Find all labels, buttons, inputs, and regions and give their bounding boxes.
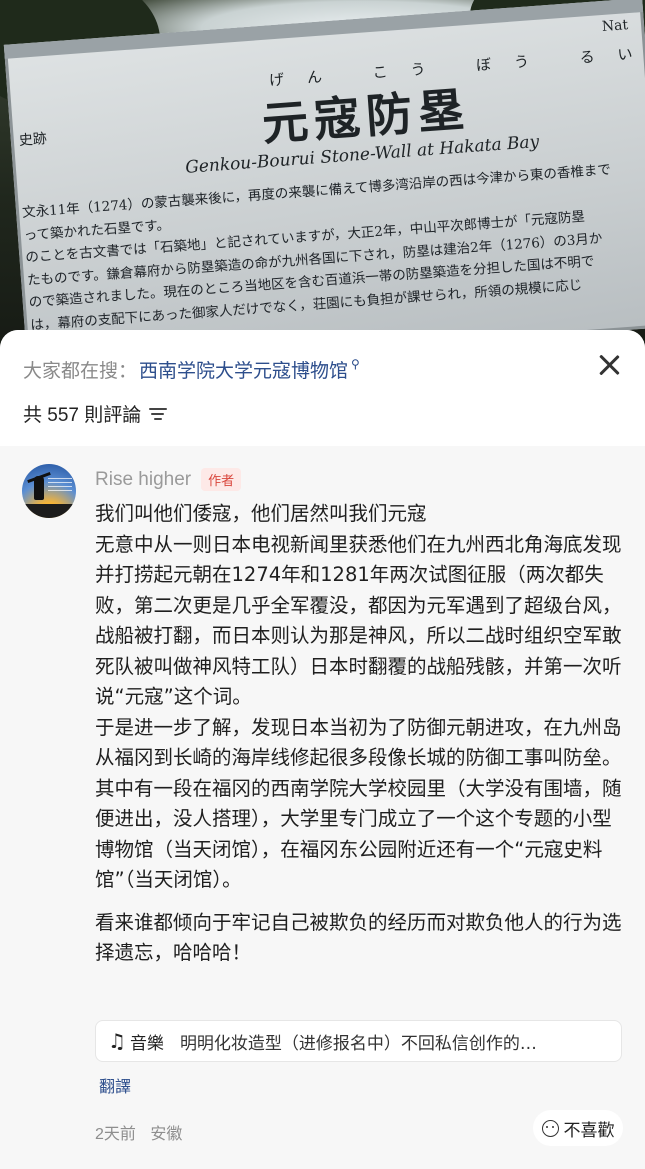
close-icon[interactable] xyxy=(595,350,625,380)
translate-link[interactable]: 翻譯 xyxy=(99,1073,131,1097)
music-note-icon: ♫ xyxy=(108,1029,126,1053)
author-badge: 作者 xyxy=(201,468,242,491)
dislike-button[interactable]: 不喜歡 xyxy=(533,1110,623,1146)
frown-face-icon xyxy=(541,1119,559,1137)
dislike-label: 不喜歡 xyxy=(563,1120,615,1140)
comment-count-row: 共 557 則評論 xyxy=(23,400,168,427)
sign-kicker: 史跡 xyxy=(18,131,48,150)
comment-paragraph: 看来谁都倾向于牢记自己被欺负的经历而对欺负他人的行为选择遗忘，哈哈哈！ xyxy=(95,910,622,965)
comment-paragraph: 我们叫他们倭寇，他们居然叫我们元寇 xyxy=(95,502,427,525)
comment-time: 2天前 xyxy=(95,1126,136,1143)
search-icon[interactable]: ⚲ xyxy=(351,357,360,371)
music-title: 明明化妆造型（进修报名中）不回私信创作的… xyxy=(179,1033,537,1054)
trending-search-link[interactable]: 西南学院大学元寇博物馆 xyxy=(139,356,348,383)
music-card[interactable]: ♫ 音樂 明明化妆造型（进修报名中）不回私信创作的… xyxy=(95,1020,622,1062)
comments-sheet: 大家都在搜： 西南学院大学元寇博物馆 ⚲ 共 557 則評論 Rise high… xyxy=(0,330,645,1169)
author-row: Rise higher 作者 xyxy=(95,468,242,491)
stone-sign-board: Nat げん こう ぼう るい 元寇防塁 史跡 Genkou-Bourui St… xyxy=(3,0,645,360)
author-name[interactable]: Rise higher xyxy=(95,469,191,491)
trending-search-row: 大家都在搜： 西南学院大学元寇博物馆 ⚲ xyxy=(23,356,360,383)
comment-paragraph: 于是进一步了解，发现日本当初为了防御元朝进攻，在九州岛从福冈到长崎的海岸线修起很… xyxy=(95,715,622,892)
comment-paragraph: 无意中从一则日本电视新闻里获悉他们在九州西北角海底发现并打捞起元朝在1274年和… xyxy=(95,532,622,709)
comment-meta: 2天前 安徽 xyxy=(95,1120,182,1144)
sort-icon[interactable] xyxy=(149,407,168,421)
sign-corner-text: Nat xyxy=(601,17,629,36)
trending-search-label: 大家都在搜： xyxy=(23,361,138,382)
background-photo: Nat げん こう ぼう るい 元寇防塁 史跡 Genkou-Bourui St… xyxy=(0,0,645,360)
comment-count: 共 557 則評論 xyxy=(23,405,142,426)
comment-location: 安徽 xyxy=(150,1126,183,1143)
comment-body: 我们叫他们倭寇，他们居然叫我们元寇 无意中从一则日本电视新闻里获悉他们在九州西北… xyxy=(95,499,625,969)
sign-body: 文永11年（1274）の蒙古襲来後に，再度の来襲に備えて博多湾沿岸の西は今津から… xyxy=(21,155,645,359)
music-label: 音樂 xyxy=(129,1033,164,1053)
avatar[interactable] xyxy=(22,464,76,518)
sheet-header: 大家都在搜： 西南学院大学元寇博物馆 ⚲ 共 557 則評論 xyxy=(0,330,645,446)
